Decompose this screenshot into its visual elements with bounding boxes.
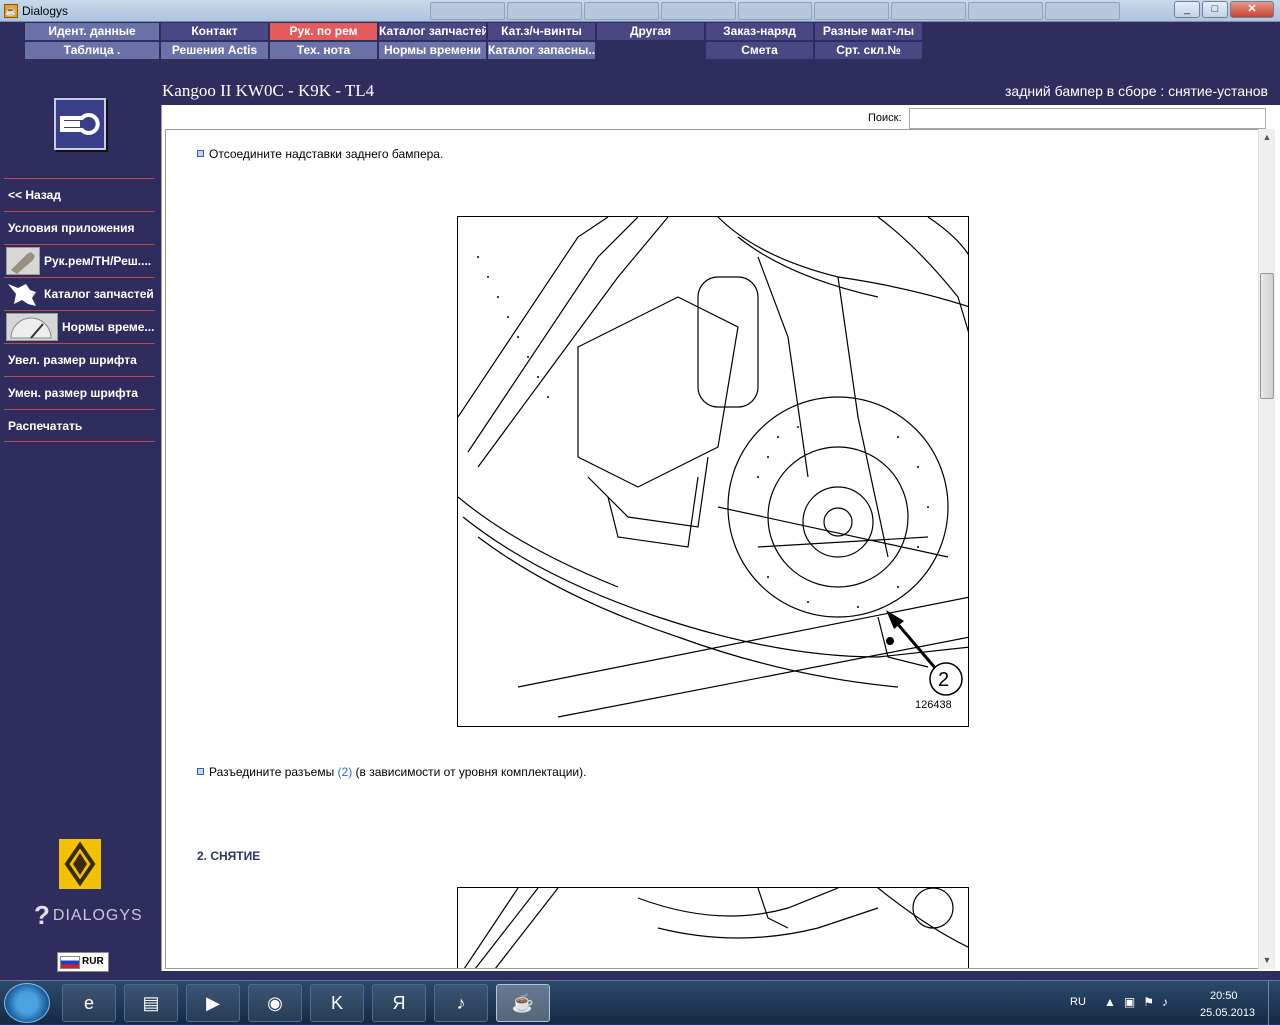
technical-illustration-2 [457, 887, 969, 968]
wrench-icon [54, 98, 106, 150]
menu-time-norms[interactable]: Нормы времени [379, 42, 486, 59]
kaspersky-icon[interactable]: K [310, 984, 364, 1022]
operation-title: задний бампер в сборе : снятие-установ [1005, 83, 1268, 99]
sidebar-item-back[interactable]: << Назад [4, 178, 155, 211]
brand-name: DIALOGYS [52, 907, 143, 924]
menu-id-data[interactable]: Идент. данные [25, 23, 159, 40]
sidebar-item-label: Каталог запчастей [44, 287, 154, 301]
parts-catalog-icon [6, 280, 40, 308]
sidebar-item-parts-catalog[interactable]: Каталог запчастей [4, 277, 155, 310]
underbody-drawing [458, 217, 968, 718]
step-text: Отсоедините надставки заднего бампера. [209, 147, 444, 161]
clock-time[interactable]: 20:50 [1210, 990, 1238, 1002]
renault-logo-icon [59, 839, 101, 889]
sidebar-item-font-increase[interactable]: Увел. размер шрифта [4, 343, 155, 376]
technical-illustration: 2 126438 [457, 216, 969, 727]
menu-tech-note[interactable]: Тех. нота [270, 42, 377, 59]
explorer-icon[interactable]: ▤ [124, 984, 178, 1022]
step-text: Разъедините разъемы [209, 765, 338, 779]
document-view: Отсоедините надставки заднего бампера. 2… [165, 129, 1260, 969]
system-tray: RU ▲▣⚑♪ 20:50 25.05.2013 [1060, 981, 1280, 1025]
currency-selector[interactable]: RUR [57, 952, 109, 972]
menu-contact[interactable]: Контакт [161, 23, 268, 40]
java-app-icon: ☕ [4, 4, 18, 18]
yandex-icon[interactable]: Я [372, 984, 426, 1022]
media-player-icon[interactable]: ▶ [186, 984, 240, 1022]
window-title: Dialogys [22, 4, 69, 18]
sidebar-item-label: << Назад [8, 188, 61, 202]
chrome-icon[interactable]: ◉ [248, 984, 302, 1022]
russia-flag-icon [60, 956, 80, 969]
connector-reference-link[interactable]: (2) [338, 765, 353, 779]
dialogys-logo: ? DIALOGYS [34, 900, 143, 931]
sidebar-item-conditions[interactable]: Условия приложения [4, 211, 155, 244]
step-text: (в зависимости от уровня комплектации). [352, 765, 587, 779]
menu-parts-catalog[interactable]: Каталог запчастей [379, 23, 486, 40]
figure-callout: 2 [938, 669, 950, 691]
maximize-button[interactable]: □ [1202, 1, 1228, 18]
scroll-up-icon[interactable]: ▲ [1259, 129, 1275, 146]
volume-app-icon[interactable]: ♪ [434, 984, 488, 1022]
minimize-button[interactable]: _ [1174, 1, 1200, 18]
menu-repair-manual[interactable]: Рук. по рем [270, 23, 377, 40]
clock-date[interactable]: 25.05.2013 [1200, 1007, 1255, 1019]
currency-label: RUR [82, 956, 104, 967]
sidebar-item-time-norms[interactable]: Нормы време... [4, 310, 155, 343]
repair-manual-icon [6, 247, 40, 275]
background-browser-tabs [430, 2, 1121, 20]
language-indicator[interactable]: RU [1070, 996, 1086, 1008]
menu-misc-materials[interactable]: Разные мат-лы [815, 23, 922, 40]
menu-warehouse-no[interactable]: Срт. скл.№ [815, 42, 922, 59]
vertical-scrollbar[interactable]: ▲ ▼ [1258, 129, 1275, 969]
menu-other[interactable]: Другая [597, 23, 704, 40]
menu-table[interactable]: Таблица . [25, 42, 159, 59]
scroll-down-icon[interactable]: ▼ [1259, 952, 1275, 969]
instruction-step: Разъедините разъемы (2) (в зависимости о… [197, 765, 586, 779]
sidebar-item-label: Рук.рем/ТН/Реш.... [44, 254, 152, 268]
sidebar-item-repair-manual[interactable]: Рук.рем/ТН/Реш.... [4, 244, 155, 277]
time-norms-icon [6, 313, 58, 341]
top-menu: Идент. данные Контакт Рук. по рем Катало… [25, 23, 925, 61]
java-icon[interactable]: ☕ [496, 984, 550, 1022]
instruction-step: Отсоедините надставки заднего бампера. [197, 147, 443, 161]
sidebar-item-label: Распечатать [8, 418, 83, 433]
menu-work-order[interactable]: Заказ-наряд [706, 23, 813, 40]
section-title: 2. СНЯТИЕ [197, 849, 261, 863]
bullet-icon [197, 150, 204, 157]
close-button[interactable]: ✕ [1230, 1, 1274, 18]
sidebar-item-label: Условия приложения [8, 221, 135, 235]
vehicle-title: Kangoo II KW0C - K9K - TL4 [162, 81, 375, 100]
sidebar-item-font-decrease[interactable]: Умен. размер шрифта [4, 376, 155, 409]
start-button[interactable] [4, 983, 50, 1023]
ie-icon[interactable]: e [62, 984, 116, 1022]
figure-code: 126438 [915, 699, 952, 711]
scroll-thumb[interactable] [1260, 273, 1274, 399]
sidebar-item-label: Увел. размер шрифта [8, 353, 137, 367]
menu-actis-solutions[interactable]: Решения Actis [161, 42, 268, 59]
search-input[interactable] [909, 108, 1266, 129]
search-label: Поиск: [868, 112, 902, 124]
content-panel: Поиск: Отсоедините надставки заднего бам… [161, 105, 1280, 971]
menu-parts-screws[interactable]: Кат.з/ч-винты [488, 23, 595, 40]
menu-spare-parts-catalog[interactable]: Каталог запасны... [488, 42, 595, 59]
sidebar-item-label: Нормы време... [62, 320, 155, 334]
window-titlebar: ☕ Dialogys _ □ ✕ [0, 0, 1280, 22]
show-desktop-button[interactable] [1268, 981, 1280, 1025]
sidebar-item-label: Умен. размер шрифта [8, 386, 138, 400]
question-mark-icon: ? [34, 900, 51, 930]
menu-estimate[interactable]: Смета [706, 42, 813, 59]
taskbar: e ▤ ▶ ◉ K Я ♪ ☕ RU ▲▣⚑♪ 20:50 25.05.2013 [0, 980, 1280, 1025]
sidebar-item-print[interactable]: Распечатать [4, 409, 155, 442]
tray-icons[interactable]: ▲▣⚑♪ [1104, 995, 1176, 1009]
bullet-icon [197, 768, 204, 775]
